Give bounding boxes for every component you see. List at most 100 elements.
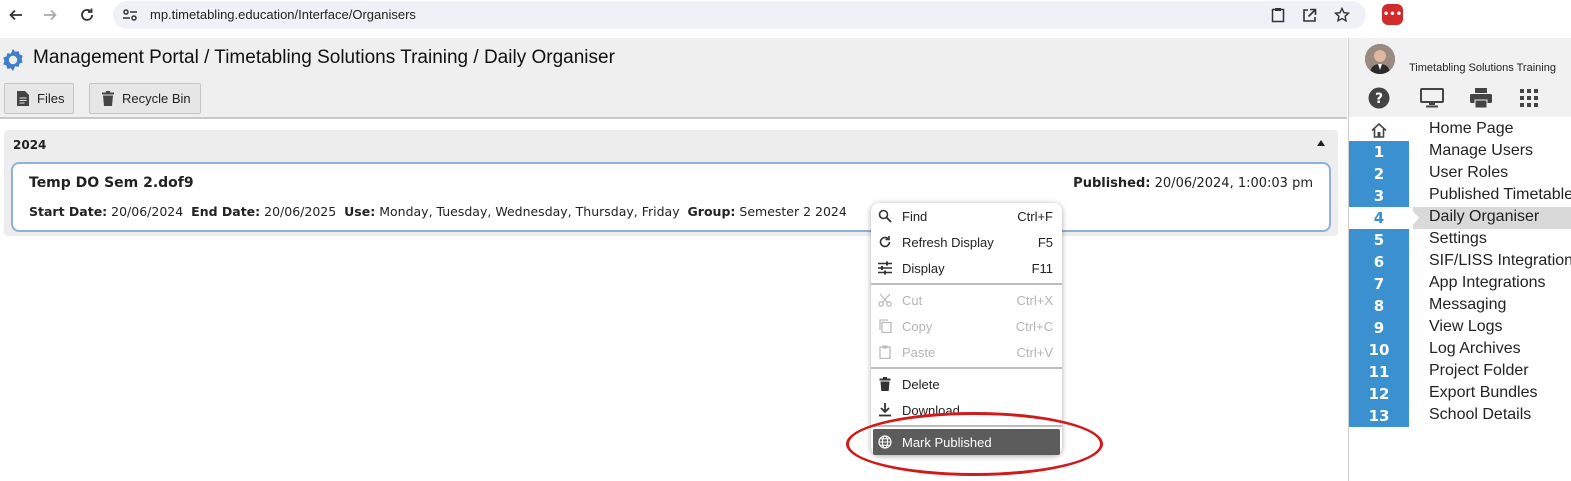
menu-item-shortcut: Ctrl+X: [1016, 292, 1053, 308]
clipboard-url-icon[interactable]: [1269, 6, 1287, 24]
extension-icon[interactable]: •••: [1382, 4, 1403, 25]
monitor-icon[interactable]: [1420, 87, 1444, 109]
apps-grid-icon[interactable]: [1517, 87, 1541, 109]
sidebar-item-label: Home Page: [1429, 120, 1514, 137]
published-info: Published: 20/06/2024, 1:00:03 pm: [1073, 176, 1313, 191]
nav-number: 11: [1349, 361, 1409, 383]
sidebar-item-label: App Integrations: [1429, 274, 1546, 291]
menu-item-find[interactable]: Find Ctrl+F: [871, 203, 1062, 229]
forward-arrow-icon[interactable]: [39, 4, 61, 26]
annotation-circle: [846, 412, 1103, 476]
sidebar-header: Timetabling Solutions Training ?: [1349, 38, 1571, 117]
published-label: Published:: [1073, 176, 1151, 191]
app-header: Management Portal / Timetabling Solution…: [0, 38, 1347, 119]
nav-number: 4: [1349, 207, 1409, 229]
sidebar-item-manage-users[interactable]: 1 Manage Users: [1349, 141, 1571, 163]
sidebar-item-label: Manage Users: [1429, 142, 1534, 159]
trash-icon: [102, 91, 114, 106]
sidebar-item-label: SIF/LISS Integration: [1429, 252, 1571, 269]
organiser-file-card[interactable]: Temp DO Sem 2.dof9 Published: 20/06/2024…: [11, 162, 1331, 232]
sidebar-item-project-folder[interactable]: 11 Project Folder: [1349, 361, 1571, 383]
sidebar-item-daily-organiser[interactable]: 4 Daily Organiser: [1349, 207, 1571, 229]
refresh-icon: [878, 235, 892, 249]
collapse-arrow-icon[interactable]: [1317, 140, 1325, 146]
nav-number: 6: [1349, 251, 1409, 273]
download-icon: [878, 403, 892, 417]
sidebar-item-user-roles[interactable]: 2 User Roles: [1349, 163, 1571, 185]
sidebar-item-school-details[interactable]: 13 School Details: [1349, 405, 1571, 427]
help-icon[interactable]: ?: [1367, 87, 1391, 109]
nav-number: 5: [1349, 229, 1409, 251]
breadcrumb: Management Portal / Timetabling Solution…: [33, 47, 615, 68]
nav-number: 3: [1349, 185, 1409, 207]
menu-item-display[interactable]: Display F11: [871, 255, 1062, 281]
svg-text:?: ?: [1375, 91, 1383, 107]
menu-item-label: Refresh Display: [902, 234, 994, 250]
gear-icon: [0, 47, 26, 73]
copy-icon: [878, 319, 892, 333]
menu-item-label: Find: [902, 208, 928, 224]
sidebar-item-home-page[interactable]: Home Page: [1349, 119, 1571, 141]
menu-item-label: Copy: [902, 318, 933, 334]
sidebar-item-published-timetables[interactable]: 3 Published Timetables: [1349, 185, 1571, 207]
back-arrow-icon[interactable]: [5, 4, 27, 26]
clipboard-icon: [878, 345, 892, 359]
address-bar[interactable]: mp.timetabling.education/Interface/Organ…: [113, 1, 1366, 29]
sidebar-item-messaging[interactable]: 8 Messaging: [1349, 295, 1571, 317]
active-pointer: [1409, 207, 1419, 229]
group-value: Semester 2 2024: [739, 204, 847, 219]
nav-number: 7: [1349, 273, 1409, 295]
nav-number: 12: [1349, 383, 1409, 405]
avatar[interactable]: [1365, 44, 1395, 74]
sidebar-item-label: Log Archives: [1429, 340, 1521, 357]
menu-item-delete[interactable]: Delete: [871, 371, 1062, 397]
scissors-icon: [878, 293, 892, 307]
home-icon: [1349, 119, 1409, 141]
right-sidebar: Timetabling Solutions Training ? Home Pa…: [1348, 38, 1571, 481]
file-name: Temp DO Sem 2.dof9: [29, 175, 194, 191]
menu-item-paste: Paste Ctrl+V: [871, 339, 1062, 365]
menu-item-shortcut: F5: [1037, 234, 1053, 250]
site-settings-icon[interactable]: [121, 6, 139, 24]
open-external-icon[interactable]: [1300, 6, 1318, 24]
file-meta: Start Date: 20/06/2024 End Date: 20/06/2…: [29, 204, 847, 219]
reload-icon[interactable]: [76, 4, 98, 26]
printer-icon[interactable]: [1469, 87, 1493, 109]
trash-icon: [878, 377, 892, 391]
sidebar-item-sif-liss-integration[interactable]: 6 SIF/LISS Integration: [1349, 251, 1571, 273]
year-group: 2024 Temp DO Sem 2.dof9 Published: 20/06…: [4, 130, 1338, 236]
nav-number: 2: [1349, 163, 1409, 185]
menu-item-shortcut: F11: [1031, 260, 1053, 276]
start-date-value: 20/06/2024: [111, 204, 184, 219]
bookmark-star-icon[interactable]: [1333, 6, 1351, 24]
menu-item-label: Delete: [902, 376, 940, 392]
sidebar-item-view-logs[interactable]: 9 View Logs: [1349, 317, 1571, 339]
sidebar-item-label: User Roles: [1429, 164, 1509, 181]
browser-toolbar: mp.timetabling.education/Interface/Organ…: [0, 0, 1571, 31]
nav-number: 10: [1349, 339, 1409, 361]
tune-icon: [878, 261, 892, 275]
end-date-label: End Date:: [191, 204, 261, 219]
sidebar-item-label: View Logs: [1429, 318, 1503, 335]
menu-item-refresh-display[interactable]: Refresh Display F5: [871, 229, 1062, 255]
sidebar-item-label: Messaging: [1429, 296, 1507, 313]
nav-number: 13: [1349, 405, 1409, 427]
sidebar-item-label: Project Folder: [1429, 362, 1529, 379]
use-label: Use:: [344, 204, 376, 219]
menu-separator: [871, 367, 1062, 369]
menu-item-label: Cut: [902, 292, 923, 308]
url-text: mp.timetabling.education/Interface/Organ…: [150, 7, 416, 22]
sidebar-item-export-bundles[interactable]: 12 Export Bundles: [1349, 383, 1571, 405]
user-name: Timetabling Solutions Training: [1409, 62, 1556, 74]
sidebar-item-app-integrations[interactable]: 7 App Integrations: [1349, 273, 1571, 295]
sidebar-item-label: Daily Organiser: [1429, 208, 1540, 225]
start-date-label: Start Date:: [29, 204, 108, 219]
sidebar-item-label: Settings: [1429, 230, 1487, 247]
sidebar-item-settings[interactable]: 5 Settings: [1349, 229, 1571, 251]
menu-separator: [871, 283, 1062, 285]
recycle-bin-button[interactable]: Recycle Bin: [89, 83, 201, 114]
sidebar-item-log-archives[interactable]: 10 Log Archives: [1349, 339, 1571, 361]
files-button[interactable]: Files: [4, 83, 75, 114]
nav-number: 9: [1349, 317, 1409, 339]
published-value: 20/06/2024, 1:00:03 pm: [1154, 176, 1313, 191]
